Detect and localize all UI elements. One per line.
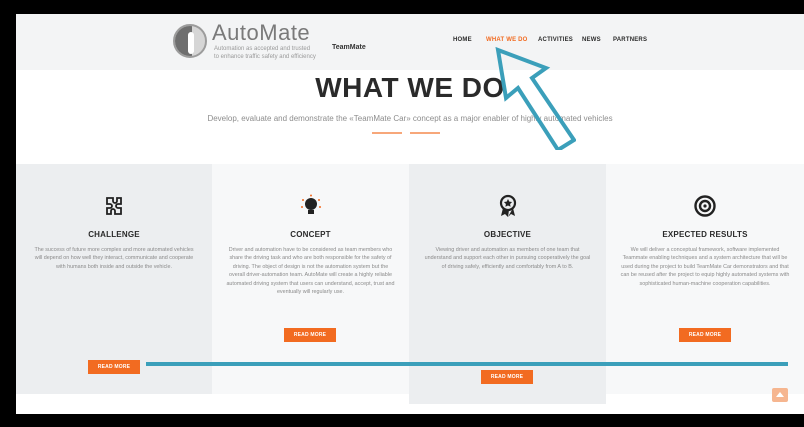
page-subtitle: Develop, evaluate and demonstrate the «T… bbox=[207, 114, 613, 123]
scroll-to-top-button[interactable] bbox=[772, 388, 788, 402]
page-title: WHAT WE DO bbox=[315, 72, 505, 103]
puzzle-car-icon bbox=[16, 194, 212, 220]
lightbulb-icon bbox=[212, 194, 409, 220]
browser-viewport: AutoMate Automation as accepted and trus… bbox=[16, 14, 804, 414]
title-divider bbox=[372, 130, 440, 136]
feature-title: EXPECTED RESULTS bbox=[662, 230, 748, 239]
feature-description: We will deliver a conceptual framework, … bbox=[620, 247, 790, 287]
feature-title: CONCEPT bbox=[290, 230, 331, 239]
nav-news[interactable]: NEWS bbox=[582, 37, 601, 43]
feature-description: Viewing driver and automation as members… bbox=[424, 247, 591, 270]
feature-description: The success of future more complex and m… bbox=[34, 247, 194, 270]
site-header: AutoMate Automation as accepted and trus… bbox=[16, 14, 804, 70]
feature-card-concept: CONCEPT Driver and automation have to be… bbox=[212, 164, 409, 394]
nav-partners[interactable]: PARTNERS bbox=[613, 37, 647, 43]
read-more-button[interactable]: READ MORE bbox=[679, 328, 731, 342]
feature-title: OBJECTIVE bbox=[483, 230, 532, 239]
read-more-button[interactable]: READ MORE bbox=[88, 360, 140, 374]
feature-description: Driver and automation have to be conside… bbox=[226, 247, 395, 295]
annotation-arrow-icon bbox=[495, 46, 576, 150]
feature-card-expected-results: EXPECTED RESULTS We will deliver a conce… bbox=[606, 164, 804, 394]
feature-card-objective: OBJECTIVE Viewing driver and automation … bbox=[409, 164, 606, 404]
feature-card-challenge: CHALLENGE The success of future more com… bbox=[16, 164, 212, 394]
main-nav: HOME WHAT WE DO ACTIVITIES NEWS PARTNERS bbox=[16, 37, 804, 49]
read-more-button[interactable]: READ MORE bbox=[284, 328, 336, 342]
nav-home[interactable]: HOME bbox=[453, 37, 472, 43]
logo-tagline: to enhance traffic safety and efficiency bbox=[214, 54, 316, 60]
award-ribbon-icon bbox=[409, 194, 606, 220]
feature-title: CHALLENGE bbox=[88, 230, 140, 239]
target-icon bbox=[606, 194, 804, 220]
features-section: CHALLENGE The success of future more com… bbox=[16, 164, 804, 414]
read-more-button[interactable]: READ MORE bbox=[481, 370, 533, 384]
annotation-underline bbox=[146, 362, 788, 366]
